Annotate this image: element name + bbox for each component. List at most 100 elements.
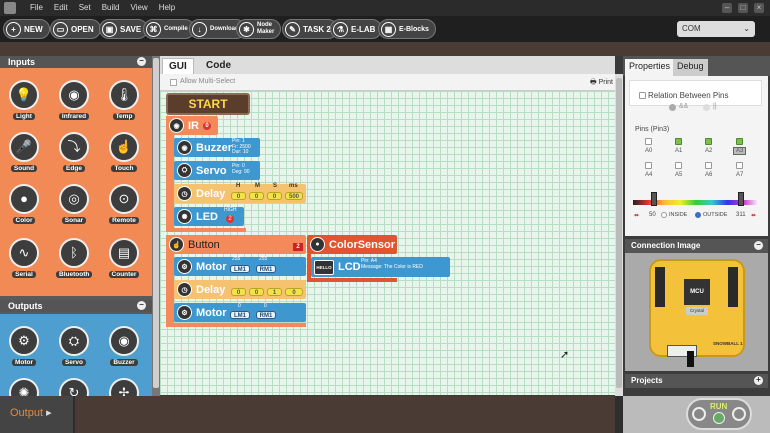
led-icon: ✺ xyxy=(177,209,192,224)
block-sonar[interactable]: ◎ Sonar xyxy=(56,184,92,224)
connection-image-header[interactable]: Connection Image − xyxy=(625,239,768,253)
motor1-lm1[interactable]: LM1 xyxy=(230,265,250,273)
delay1-minutes[interactable]: 0 xyxy=(249,192,264,200)
pin-a1-checkbox[interactable] xyxy=(675,138,682,145)
delay2-minutes[interactable]: 0 xyxy=(249,288,264,296)
menu-build[interactable]: Build xyxy=(102,3,120,12)
connection-image: MCU Crystal SNOWBALL 1 xyxy=(625,253,768,371)
editor-tabs: GUI Code xyxy=(160,56,615,74)
step-back-icon[interactable] xyxy=(692,407,706,421)
block-counter[interactable]: ▤ Counter xyxy=(106,238,142,278)
block-infrared[interactable]: ◉ Infrared xyxy=(56,80,92,120)
minimize-icon[interactable]: – xyxy=(722,3,732,13)
pin-a6-checkbox[interactable] xyxy=(705,162,712,169)
pin-a0-checkbox[interactable] xyxy=(645,138,652,145)
inputs-header[interactable]: Inputs − xyxy=(0,56,152,68)
run-button[interactable]: RUN xyxy=(686,398,752,430)
menu-set[interactable]: Set xyxy=(79,3,91,12)
motor-icon: ⚙ xyxy=(177,259,192,274)
outside-radio[interactable] xyxy=(695,212,701,218)
tab-properties[interactable]: Properties xyxy=(625,59,675,76)
collapse-icon[interactable]: − xyxy=(754,241,763,250)
pin-a4-label: A4 xyxy=(645,172,653,178)
elab-button[interactable]: ⚗ E-LAB xyxy=(330,19,383,39)
block-light[interactable]: 💡 Light xyxy=(6,80,42,120)
palette-scrollbar[interactable] xyxy=(152,56,160,396)
open-button[interactable]: ▭ OPEN xyxy=(50,19,101,39)
projects-header[interactable]: Projects + xyxy=(625,374,768,388)
block-remote[interactable]: ⊙ Remote xyxy=(106,184,142,224)
menu-view[interactable]: View xyxy=(131,3,148,12)
delay1-hours[interactable]: 0 xyxy=(231,192,246,200)
pin-a5-label: A5 xyxy=(675,172,683,178)
canvas-scrollbar[interactable] xyxy=(615,74,623,396)
ir-badge: 0 xyxy=(203,121,211,130)
microphone-icon: 🎤 xyxy=(9,132,39,162)
range-slider-high-handle[interactable] xyxy=(738,192,744,206)
inputs-section: 💡 Light ◉ Infrared 🌡 Temp 🎤 Sound ⤵ Edge ☝ Tou… xyxy=(0,68,152,296)
delay2-seconds[interactable]: 1 xyxy=(267,288,282,296)
motor2-rm1[interactable]: RM1 xyxy=(256,311,276,319)
delay1-ms[interactable]: 500 xyxy=(285,192,303,200)
outputs-header[interactable]: Outputs − xyxy=(0,300,152,312)
block-sound[interactable]: 🎤 Sound xyxy=(6,132,42,172)
pin-a7-checkbox[interactable] xyxy=(736,162,743,169)
motor1-rm1[interactable]: RM1 xyxy=(256,265,276,273)
block-serial[interactable]: ∿ Serial xyxy=(6,238,42,278)
start-block[interactable]: START xyxy=(166,93,250,115)
block-color[interactable]: ● Color xyxy=(6,184,42,224)
close-icon[interactable]: × xyxy=(754,3,764,13)
block-buzzer[interactable]: ◉ Buzzer xyxy=(106,326,142,366)
delay2-ms[interactable]: 0 xyxy=(285,288,303,296)
pin-a3-checkbox[interactable] xyxy=(736,138,743,145)
maximize-icon[interactable]: □ xyxy=(738,3,748,13)
color-sensor-block[interactable]: ● ColorSensor xyxy=(307,235,397,254)
board-crystal: Crystal xyxy=(686,307,708,315)
buzzer-icon: ◉ xyxy=(177,140,192,155)
palette-scroll-thumb[interactable] xyxy=(153,58,159,388)
tab-debug[interactable]: Debug xyxy=(673,59,708,76)
new-button[interactable]: + NEW xyxy=(3,19,50,39)
inside-radio[interactable] xyxy=(661,212,667,218)
range-slider-low-handle[interactable] xyxy=(651,192,657,206)
motor2-lm1[interactable]: LM1 xyxy=(230,311,250,319)
print-button[interactable]: 🖶 Print xyxy=(590,78,613,89)
block-touch[interactable]: ☝ Touch xyxy=(106,132,142,172)
button-block[interactable]: ☝ Button xyxy=(166,235,306,254)
port-select[interactable]: COM ⌄ xyxy=(677,21,755,37)
ir-block[interactable]: ◉ IR 0 xyxy=(166,116,218,135)
delay2-hours[interactable]: 0 xyxy=(231,288,246,296)
compile-button[interactable]: ⌘ Compile xyxy=(143,19,195,39)
menu-help[interactable]: Help xyxy=(159,3,175,12)
menu-edit[interactable]: Edit xyxy=(54,3,68,12)
and-radio[interactable] xyxy=(669,104,676,111)
block-bluetooth[interactable]: ᛒ Bluetooth xyxy=(56,238,93,278)
canvas-scroll-thumb[interactable] xyxy=(616,78,622,388)
expand-icon[interactable]: + xyxy=(754,376,763,385)
tab-gui[interactable]: GUI xyxy=(162,58,194,74)
relation-checkbox[interactable] xyxy=(639,92,646,99)
servo-icon: ⛭ xyxy=(177,163,192,178)
block-motor[interactable]: ⚙ Motor xyxy=(6,326,42,366)
pin-a2-checkbox[interactable] xyxy=(705,138,712,145)
block-temp[interactable]: 🌡 Temp xyxy=(106,80,142,120)
allow-multi-checkbox[interactable] xyxy=(170,79,177,86)
node-maker-button[interactable]: ✱ Node Maker xyxy=(236,19,282,39)
pin-a4-checkbox[interactable] xyxy=(645,162,652,169)
delay1-seconds[interactable]: 0 xyxy=(267,192,282,200)
collapse-icon[interactable]: − xyxy=(137,301,146,310)
block-edge[interactable]: ⤵ Edge xyxy=(56,132,92,172)
menu-file[interactable]: File xyxy=(30,3,43,12)
pin-a1-label: A1 xyxy=(675,148,683,154)
pin-a5-checkbox[interactable] xyxy=(675,162,682,169)
tab-code[interactable]: Code xyxy=(200,58,237,74)
save-button[interactable]: ▣ SAVE xyxy=(99,19,149,39)
block-servo[interactable]: ⛭ Servo xyxy=(56,326,92,366)
or-radio[interactable] xyxy=(703,104,710,111)
output-tab[interactable]: Output ▸ xyxy=(0,396,73,433)
mouse-cursor-icon: ➚ xyxy=(560,349,570,361)
collapse-icon[interactable]: − xyxy=(137,57,146,66)
step-forward-icon[interactable] xyxy=(732,407,746,421)
node-maker-icon: ✱ xyxy=(239,21,254,37)
eblocks-button[interactable]: ▦ E-Blocks xyxy=(378,19,436,39)
